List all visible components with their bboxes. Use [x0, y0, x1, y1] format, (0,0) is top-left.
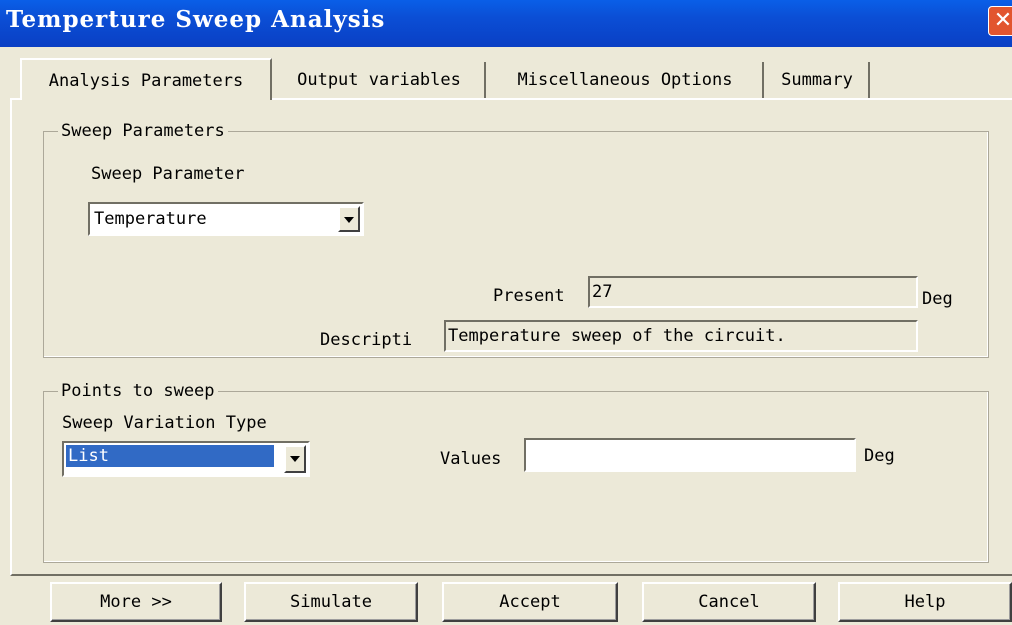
values-label: Values: [440, 449, 502, 469]
tab-summary[interactable]: Summary: [766, 62, 870, 98]
group-label: Points to sweep: [58, 380, 218, 402]
chevron-down-icon[interactable]: [338, 206, 360, 232]
chevron-down-icon[interactable]: [284, 445, 306, 473]
description-label: Descripti: [320, 330, 413, 350]
tab-label: Summary: [781, 70, 853, 90]
description-value: Temperature sweep of the circuit.: [448, 326, 786, 346]
present-value: 27: [592, 282, 613, 302]
button-label: Simulate: [290, 592, 372, 612]
tab-miscellaneous-options[interactable]: Miscellaneous Options: [488, 62, 764, 98]
tab-label: Output variables: [297, 70, 461, 90]
sweep-parameter-label: Sweep Parameter: [91, 164, 245, 184]
select-value: List: [66, 445, 274, 467]
present-unit: Deg: [922, 289, 953, 309]
tab-output-variables[interactable]: Output variables: [274, 62, 486, 98]
values-input[interactable]: [524, 438, 856, 472]
tab-analysis-parameters[interactable]: Analysis Parameters: [20, 58, 272, 100]
cancel-button[interactable]: Cancel: [642, 582, 816, 622]
present-label: Present: [493, 286, 565, 306]
button-label: Cancel: [698, 592, 760, 612]
close-button[interactable]: ✕: [988, 6, 1012, 36]
close-icon: ✕: [993, 8, 1012, 33]
tab-label: Miscellaneous Options: [517, 70, 733, 90]
description-field: Temperature sweep of the circuit.: [444, 320, 918, 352]
accept-button[interactable]: Accept: [442, 582, 618, 622]
button-label: More >>: [100, 592, 172, 612]
window-title: Temperture Sweep Analysis: [6, 6, 386, 33]
button-label: Accept: [499, 592, 561, 612]
title-bar[interactable]: Temperture Sweep Analysis ✕: [0, 0, 1012, 47]
sweep-parameter-select[interactable]: Temperature: [88, 202, 364, 236]
sweep-variation-type-select[interactable]: List: [62, 441, 310, 477]
group-label: Sweep Parameters: [58, 120, 228, 142]
more-button[interactable]: More >>: [50, 582, 222, 622]
simulate-button[interactable]: Simulate: [244, 582, 418, 622]
tab-label: Analysis Parameters: [48, 71, 244, 91]
button-label: Help: [904, 592, 946, 612]
values-unit: Deg: [864, 446, 895, 466]
sweep-variation-type-label: Sweep Variation Type: [62, 413, 267, 433]
help-button[interactable]: Help: [838, 582, 1012, 622]
present-value-field: 27: [588, 276, 918, 308]
select-value: Temperature: [94, 209, 207, 229]
